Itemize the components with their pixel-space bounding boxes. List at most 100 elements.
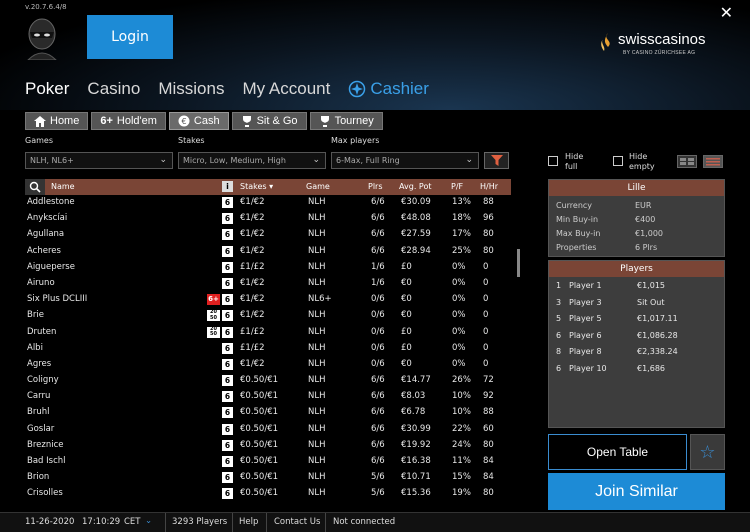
row-name: Druten	[27, 326, 57, 337]
tab-home[interactable]: Home	[25, 112, 89, 130]
nav-my-account[interactable]: My Account	[242, 79, 330, 99]
list-view-button[interactable]	[703, 155, 723, 168]
blinds-badge: 20 50	[207, 326, 220, 338]
row-name: Breznice	[27, 439, 64, 450]
col-hhr[interactable]: H/Hr	[480, 182, 498, 191]
games-select[interactable]: NLH, NL6+ ⌄	[25, 152, 173, 169]
table-row[interactable]: Aigueperse £1/£2 NLH 1/6 £0 0% 0 6	[25, 260, 511, 276]
login-button[interactable]: Login	[87, 15, 173, 59]
table-row[interactable]: Acheres €1/€2 NLH 6/6 €28.94 25% 80 6	[25, 244, 511, 260]
stakes-select[interactable]: Micro, Low, Medium, High ⌄	[178, 152, 326, 169]
row-pf: 0%	[452, 294, 466, 305]
table-row[interactable]: Brion €0.50/€1 NLH 5/6 €10.71 15% 84 6	[25, 470, 511, 486]
row-name: Goslar	[27, 423, 55, 434]
tab-holdem[interactable]: 6+ Hold'em	[91, 112, 166, 130]
row-avgpot: €30.99	[401, 423, 431, 434]
trophy-icon	[242, 116, 251, 127]
help-link[interactable]: Help	[239, 517, 258, 527]
nav-poker[interactable]: Poker	[25, 79, 69, 99]
euro-icon: €	[178, 115, 190, 127]
tab-home-label: Home	[50, 115, 80, 127]
table-row[interactable]: Breznice €0.50/€1 NLH 6/6 €19.92 24% 80 6	[25, 438, 511, 454]
col-stakes[interactable]: Stakes ▾	[240, 182, 273, 191]
nav-cashier[interactable]: Cashier	[348, 79, 429, 99]
trophy-icon	[320, 116, 329, 127]
hide-empty-checkbox[interactable]	[613, 156, 623, 166]
nav-casino[interactable]: Casino	[87, 79, 140, 99]
row-plrs: 6/6	[371, 407, 385, 418]
hide-full-checkbox[interactable]	[548, 156, 558, 166]
table-row[interactable]: Addlestone €1/€2 NLH 6/6 €30.09 13% 88 6	[25, 195, 511, 211]
col-pf[interactable]: P/F	[451, 182, 463, 191]
player-seat: 1	[556, 281, 562, 290]
row-stakes: €0.50/€1	[240, 375, 279, 386]
grid-view-button[interactable]	[677, 155, 697, 168]
seats-badge: 6	[222, 326, 233, 338]
table-row[interactable]: Goslar €0.50/€1 NLH 6/6 €30.99 22% 60 6	[25, 422, 511, 438]
col-avgpot[interactable]: Avg. Pot	[399, 182, 431, 191]
row-plrs: 6/6	[371, 229, 385, 240]
table-row[interactable]: Airuno €1/€2 NLH 1/6 €0 0% 0 6	[25, 276, 511, 292]
table-info-title: Lille	[549, 180, 724, 196]
table-row[interactable]: Agullana €1/€2 NLH 6/6 €27.59 17% 80 6	[25, 227, 511, 243]
table-row[interactable]: Brie €1/€2 NLH 0/6 €0 0% 0 6 20 50	[25, 308, 511, 324]
row-hhr: 0	[483, 261, 489, 272]
col-game[interactable]: Game	[306, 182, 330, 191]
player-seat: 3	[556, 297, 562, 307]
tab-cash[interactable]: € Cash	[168, 112, 229, 130]
table-row[interactable]: Coligny €0.50/€1 NLH 6/6 €14.77 26% 72 6	[25, 373, 511, 389]
table-row[interactable]: Druten £1/£2 NLH 0/6 £0 0% 0 6 20 50	[25, 325, 511, 341]
hide-empty-label: Hide empty	[629, 152, 655, 171]
row-avgpot: €0	[401, 358, 412, 369]
close-icon[interactable]: ✕	[720, 3, 733, 22]
nav-missions[interactable]: Missions	[158, 79, 224, 99]
cashier-icon	[349, 80, 366, 98]
table-row[interactable]: Anykscíai €1/€2 NLH 6/6 €48.08 18% 96 6	[25, 211, 511, 227]
row-plrs: 6/6	[371, 391, 385, 402]
tab-tourney[interactable]: Tourney	[309, 112, 383, 130]
row-game: NLH	[308, 197, 326, 207]
col-name[interactable]: Name	[51, 182, 75, 191]
col-plrs[interactable]: Plrs	[368, 182, 383, 191]
status-timezone[interactable]: CET	[124, 517, 141, 527]
avatar[interactable]	[24, 16, 60, 61]
row-hhr: 72	[483, 375, 494, 386]
row-name: Agres	[27, 358, 52, 369]
table-row[interactable]: Albi £1/£2 NLH 0/6 £0 0% 0 6	[25, 341, 511, 357]
open-table-button[interactable]: Open Table	[548, 434, 687, 470]
chevron-down-icon[interactable]: ⌄	[145, 516, 152, 526]
stakes-select-value: Micro, Low, Medium, High	[183, 156, 286, 165]
table-row[interactable]: Six Plus DCLIII €1/€2 NL6+ 0/6 €0 0% 0 6 6+	[25, 292, 511, 308]
row-name: Agullana	[27, 229, 65, 240]
row-game: NLH	[308, 456, 326, 466]
chevron-down-icon: ⌄	[159, 155, 167, 165]
table-row[interactable]: Carru €0.50/€1 NLH 6/6 €8.03 10% 92 6	[25, 389, 511, 405]
player-name: Player 5	[569, 314, 602, 323]
info-value: €400	[635, 215, 656, 224]
row-name: Bruhl	[27, 407, 50, 418]
tab-sit-go[interactable]: Sit & Go	[231, 112, 307, 130]
row-pf: 15%	[452, 472, 471, 483]
favorite-button[interactable]: ☆	[690, 434, 725, 470]
row-name: Carru	[27, 391, 51, 402]
table-row[interactable]: Bad Ischl €0.50/€1 NLH 6/6 €16.38 11% 84 6	[25, 454, 511, 470]
scrollbar[interactable]	[517, 249, 520, 277]
table-search-button[interactable]	[25, 179, 45, 195]
player-seat: 5	[556, 314, 562, 323]
row-hhr: 0	[483, 326, 489, 337]
join-similar-button[interactable]: Join Similar	[548, 473, 725, 510]
row-name: Brion	[27, 472, 50, 483]
row-game: NLH	[308, 310, 326, 321]
row-plrs: 0/6	[371, 310, 385, 321]
row-game: NLH	[308, 391, 326, 402]
status-divider	[325, 513, 326, 532]
contact-link[interactable]: Contact Us	[274, 517, 320, 527]
table-row[interactable]: Agres €1/€2 NLH 0/6 €0 0% 0 6	[25, 357, 511, 373]
stakes-label: Stakes	[178, 136, 205, 145]
filter-button[interactable]	[484, 152, 509, 169]
table-row[interactable]: Bruhl €0.50/€1 NLH 6/6 €6.78 10% 88 6	[25, 405, 511, 421]
maxplayers-select[interactable]: 6-Max, Full Ring ⌄	[331, 152, 479, 169]
player-stack: €1,015	[637, 281, 665, 290]
table-row[interactable]: Crisolles €0.50/€1 NLH 5/6 €15.36 19% 80 6	[25, 486, 511, 502]
row-game: NLH	[308, 407, 326, 418]
